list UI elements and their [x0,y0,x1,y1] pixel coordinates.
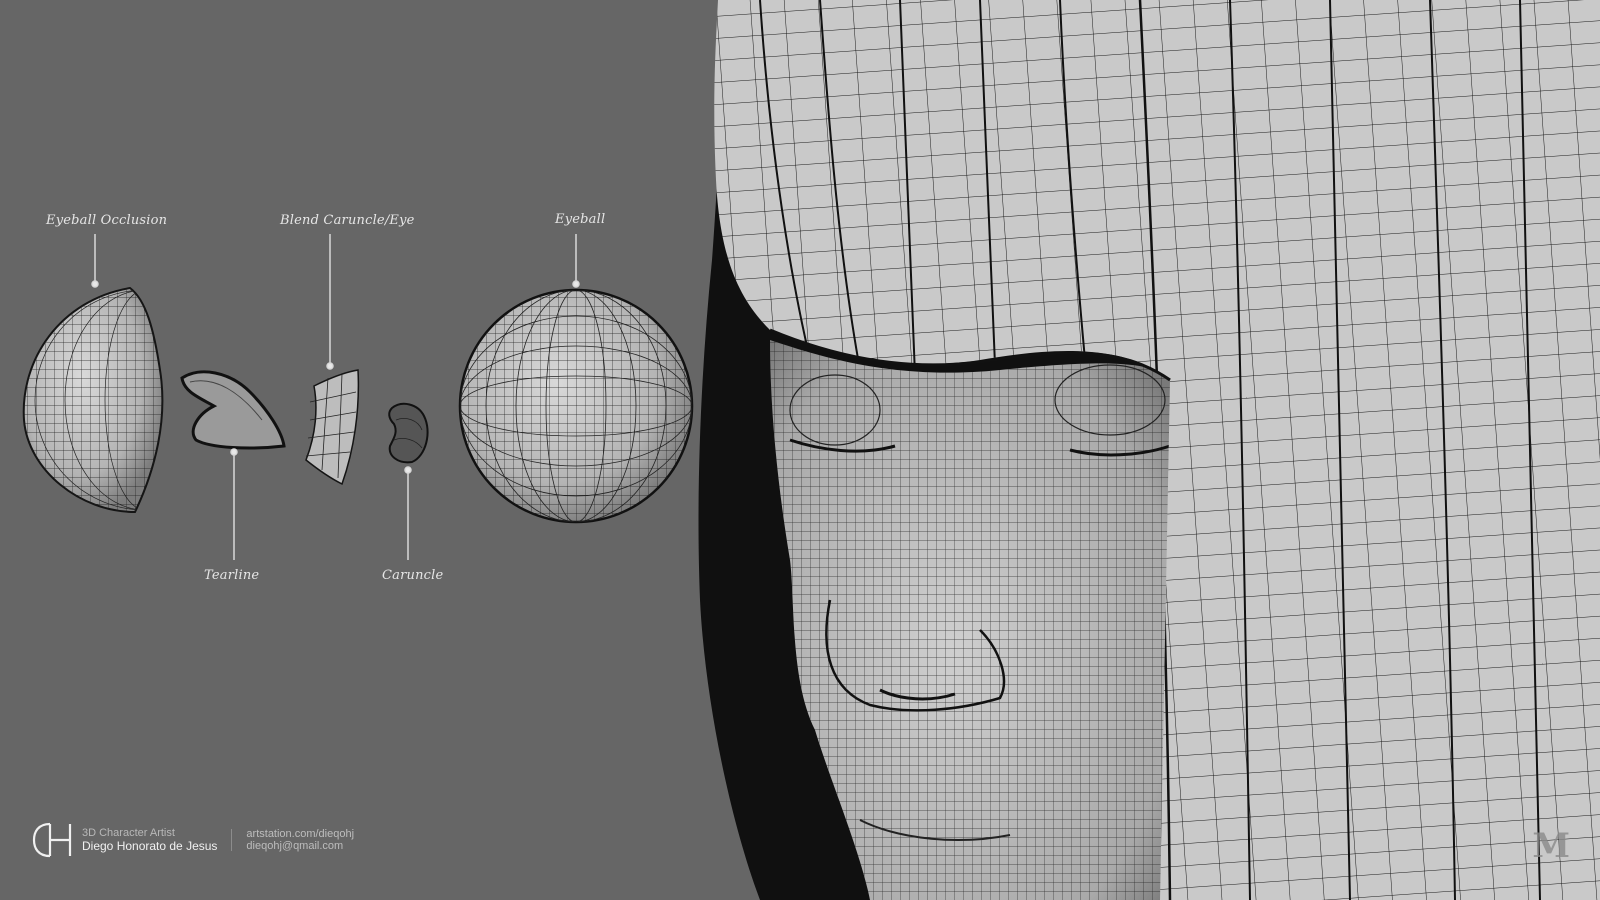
tearline-mesh [180,370,286,450]
label-caruncle: Caruncle [382,568,444,583]
footer-divider [231,829,233,851]
dh-monogram-logo-icon [32,822,72,858]
artist-name: Diego Honorato de Jesus [82,839,218,853]
author-block: 3D Character Artist Diego Honorato de Je… [82,827,217,853]
artwork-canvas: Eyeball Occlusion Blend Caruncle/Eye Eye… [0,0,1600,900]
blend-caruncle-eye-mesh [305,369,360,486]
contact-block: artstation.com/dieqohj dieqohj@qmail.com [246,828,354,852]
wireframe-render [22,0,1600,900]
website-link[interactable]: artstation.com/dieqohj [246,828,354,840]
label-blend-caruncle-eye: Blend Caruncle/Eye [280,213,415,228]
m-watermark-icon: M [1532,826,1570,866]
label-eyeball: Eyeball [555,212,606,227]
eyeball-mesh [458,288,694,524]
label-tearline: Tearline [204,568,260,583]
artist-credit: 3D Character Artist Diego Honorato de Je… [32,820,354,860]
email-link[interactable]: dieqohj@qmail.com [246,840,354,852]
caruncle-mesh [388,402,429,464]
label-eyeball-occlusion: Eyeball Occlusion [46,213,168,228]
